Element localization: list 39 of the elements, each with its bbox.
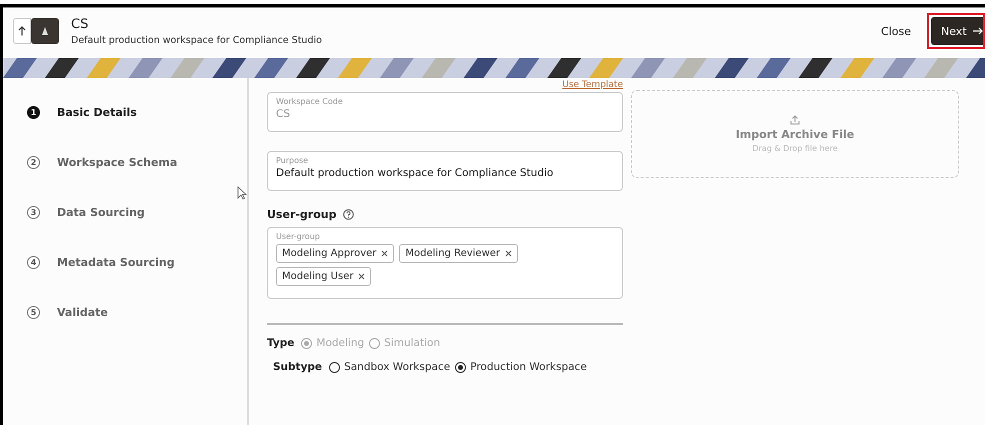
- radio-label: Production Workspace: [470, 361, 587, 373]
- section-label: User-group: [267, 208, 336, 221]
- step-number: 5: [27, 306, 40, 318]
- remove-icon[interactable]: [358, 273, 366, 280]
- workspace-logo-icon: [31, 18, 59, 44]
- mouse-pointer-icon: [237, 186, 247, 200]
- upload-icon: [790, 115, 800, 125]
- arrow-right-icon: [972, 27, 983, 35]
- next-button[interactable]: Next: [931, 17, 983, 45]
- workspace-subtitle: Default production workspace for Compliance Studio: [71, 34, 323, 46]
- step-label[interactable]: Workspace Schema: [57, 156, 178, 168]
- radio-label: Sandbox Workspace: [344, 361, 450, 373]
- radio-group-label: Type: [267, 337, 294, 349]
- remove-icon[interactable]: [505, 250, 512, 257]
- step-number: 3: [27, 206, 40, 218]
- user-group-chip[interactable]: Modeling Approver: [276, 244, 394, 263]
- text-field[interactable]: Purpose Default production workspace for Compliance Studio: [267, 151, 623, 191]
- step-label[interactable]: Validate: [57, 306, 108, 318]
- back-button[interactable]: [13, 18, 31, 44]
- radio-label: Simulation: [384, 337, 440, 349]
- user-group-chip[interactable]: Modeling Reviewer: [399, 244, 518, 263]
- radio-button[interactable]: [455, 362, 466, 372]
- use-template-link[interactable]: Use Template: [562, 80, 623, 90]
- arrow-up-icon: [18, 26, 26, 36]
- workspace-title: CS: [71, 16, 90, 32]
- remove-icon[interactable]: [381, 250, 388, 257]
- radio-label: Modeling: [316, 337, 364, 349]
- radio-group-label: Subtype: [273, 361, 322, 373]
- step-label[interactable]: Basic Details: [57, 106, 137, 118]
- step-label[interactable]: Data Sourcing: [57, 206, 145, 218]
- user-group-chip[interactable]: Modeling User: [276, 267, 372, 286]
- help-icon[interactable]: [342, 209, 354, 220]
- user-group-field[interactable]: User-group Modeling Approver Modeling Reviewer Modeling User: [267, 227, 623, 299]
- step-label[interactable]: Metadata Sourcing: [57, 256, 175, 268]
- close-button[interactable]: Close: [875, 24, 917, 38]
- radio-button[interactable]: [329, 362, 340, 372]
- step-number: 4: [27, 256, 40, 268]
- step-number: 2: [27, 156, 40, 168]
- step-number: 1: [27, 106, 40, 118]
